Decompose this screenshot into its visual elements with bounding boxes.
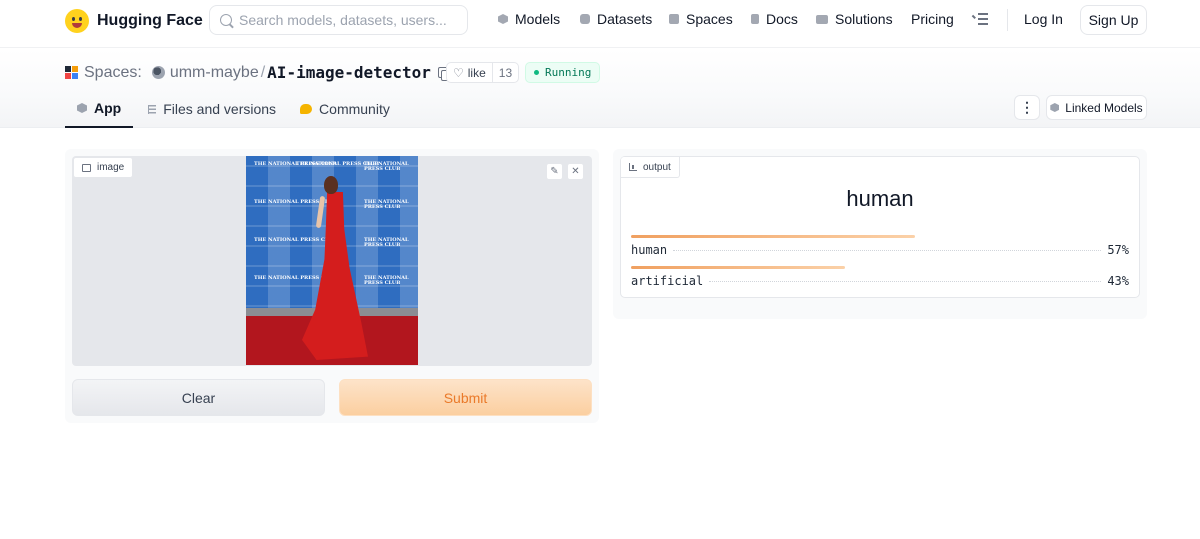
search-input[interactable] <box>239 12 459 28</box>
breadcrumb: Spaces: umm-maybe / AI-image-detector <box>65 63 452 82</box>
hugging-face-logo-icon <box>65 9 89 33</box>
breadcrumb-separator: / <box>260 63 266 81</box>
image-tools: ✎ ✕ <box>546 163 584 180</box>
brand-link[interactable]: Hugging Face <box>65 9 203 33</box>
edit-icon[interactable]: ✎ <box>546 163 563 180</box>
status-text: Running <box>545 66 592 79</box>
confidence-value: 57% <box>1107 243 1129 257</box>
nav-pricing[interactable]: Pricing <box>911 11 954 27</box>
confidence-label: human <box>631 243 668 257</box>
output-label: output <box>621 157 680 178</box>
submit-button[interactable]: Submit <box>339 379 592 416</box>
breadcrumb-section: Spaces: <box>84 63 142 81</box>
nav-spaces[interactable]: Spaces <box>669 11 733 27</box>
status-dot-icon <box>534 70 539 75</box>
close-icon[interactable]: ✕ <box>567 163 584 180</box>
image-label: image <box>73 157 134 178</box>
search-box[interactable] <box>209 5 468 35</box>
chart-icon <box>629 163 637 171</box>
image-icon <box>82 163 91 172</box>
login-link[interactable]: Log In <box>1024 11 1063 27</box>
tab-app[interactable]: App <box>65 90 134 128</box>
clear-button[interactable]: Clear <box>72 379 325 416</box>
brand-name: Hugging Face <box>97 12 203 29</box>
search-icon <box>220 14 232 26</box>
breadcrumb-user[interactable]: umm-maybe <box>170 64 259 82</box>
like-label: like <box>467 65 486 80</box>
more-menu-icon[interactable] <box>972 13 988 25</box>
like-button[interactable]: ♡ like 13 <box>446 62 520 83</box>
nav-models[interactable]: Models <box>498 11 560 27</box>
breadcrumb-repo[interactable]: AI-image-detector <box>267 63 431 82</box>
user-avatar <box>151 66 165 79</box>
confidence-row: human 57% <box>631 235 1129 257</box>
confidence-row: artificial 43% <box>631 266 1129 288</box>
space-tabs: App Files and versions Community <box>65 90 402 128</box>
more-options-button[interactable]: ⋮ <box>1014 95 1040 120</box>
solutions-icon <box>816 14 828 24</box>
tab-files[interactable]: Files and versions <box>133 90 288 128</box>
spaces-icon <box>669 14 679 24</box>
models-icon <box>498 14 508 24</box>
status-badge: Running <box>525 62 601 83</box>
nav-divider <box>1007 9 1008 31</box>
prediction-label: human <box>846 186 914 211</box>
spaces-logo-icon <box>65 66 78 79</box>
confidence-bar <box>631 266 846 269</box>
tab-community[interactable]: Community <box>288 90 402 128</box>
community-icon <box>300 104 313 114</box>
confidence-value: 43% <box>1107 274 1129 288</box>
signup-button[interactable]: Sign Up <box>1080 5 1147 35</box>
docs-icon <box>751 14 759 24</box>
nav-solutions[interactable]: Solutions <box>816 11 893 27</box>
uploaded-photo: THE NATIONAL PRESS CLUB THE NATIONAL PRE… <box>246 156 418 365</box>
datasets-icon <box>580 14 590 24</box>
nav-docs[interactable]: Docs <box>751 11 798 27</box>
model-icon <box>1050 103 1060 112</box>
linked-models-button[interactable]: Linked Models <box>1046 95 1147 120</box>
confidence-bar <box>631 235 915 238</box>
app-icon <box>77 103 87 113</box>
nav-datasets[interactable]: Datasets <box>580 11 652 27</box>
confidence-label: artificial <box>631 274 704 288</box>
like-count[interactable]: 13 <box>491 63 518 82</box>
files-icon <box>145 104 157 114</box>
heart-icon: ♡ <box>453 65 464 80</box>
top-navbar: Hugging Face Models Datasets Spaces Docs… <box>0 0 1200 48</box>
